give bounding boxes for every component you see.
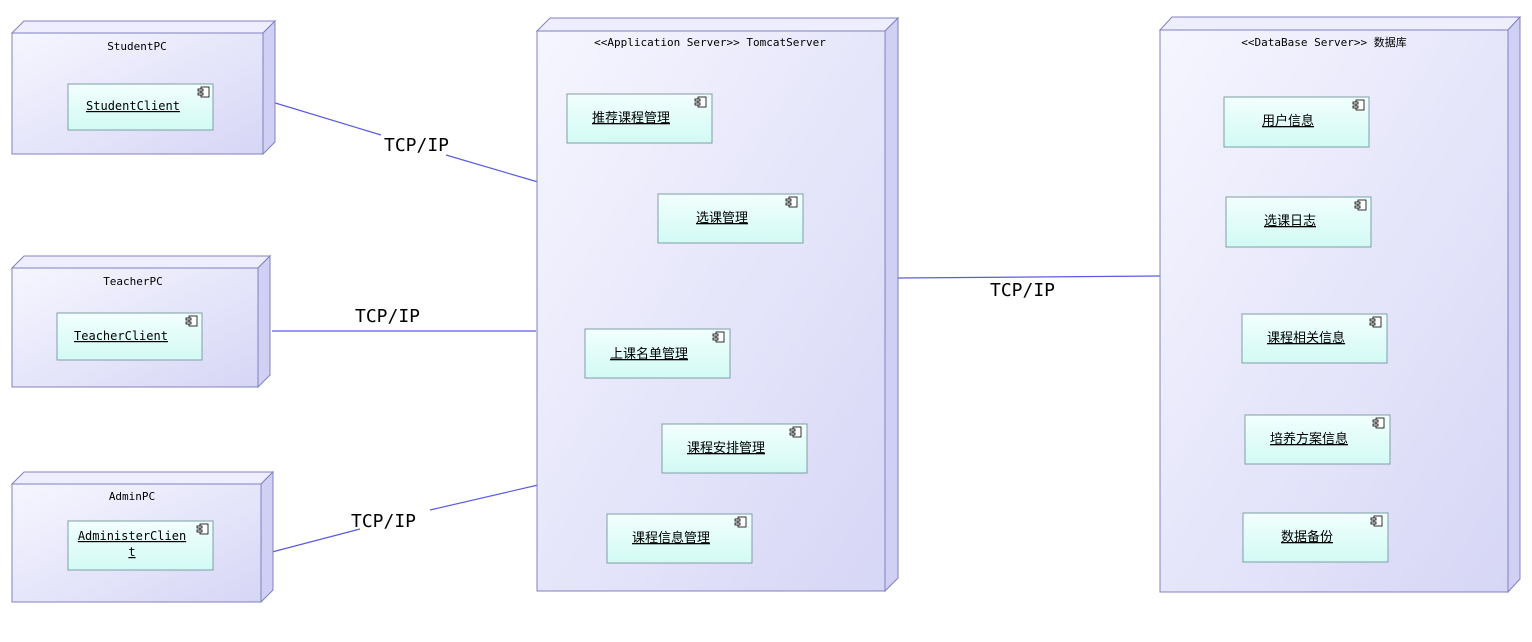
component-course-info-mgmt[interactable]: 课程信息管理 [606, 513, 753, 564]
node-title: AdminPC [109, 490, 155, 503]
component-training-plan-info[interactable]: 培养方案信息 [1244, 414, 1391, 465]
component-label: TeacherClient [74, 329, 168, 343]
component-course-related-info[interactable]: 课程相关信息 [1241, 313, 1388, 364]
node-db-server: <<DataBase Server>> 数据库 用户信息 选课日志 课程相关信息… [1158, 15, 1522, 594]
component-label-line2: t [128, 545, 135, 559]
component-label: 课程安排管理 [687, 441, 765, 456]
component-label: 数据备份 [1281, 529, 1333, 545]
component-label: 用户信息 [1262, 113, 1314, 129]
component-label: StudentClient [86, 99, 180, 113]
component-label: 推荐课程管理 [592, 111, 670, 126]
node-admin-pc: AdminPC AdministerClien t [10, 470, 275, 604]
link-teacher-app: TCP/IP [272, 306, 536, 332]
component-label-line1: AdministerClien [78, 529, 186, 543]
component-selection-log[interactable]: 选课日志 [1225, 196, 1372, 248]
deployment-diagram: TCP/IP TCP/IP TCP/IP TCP/IP StudentPC St… [10, 15, 1522, 604]
component-student-client[interactable]: StudentClient [67, 83, 214, 131]
component-class-roster-mgmt[interactable]: 上课名单管理 [584, 328, 731, 379]
node-title: TeacherPC [103, 275, 163, 288]
component-label: 选课日志 [1264, 214, 1316, 229]
node-student-pc: StudentPC StudentClient [10, 19, 277, 156]
node-app-server: <<Application Server>> TomcatServer 推荐课程… [535, 16, 900, 593]
node-teacher-pc: TeacherPC TeacherClient [10, 254, 272, 389]
component-label: 课程相关信息 [1267, 330, 1345, 346]
link-label-db: TCP/IP [990, 280, 1055, 301]
component-label: 培养方案信息 [1270, 431, 1348, 447]
component-teacher-client[interactable]: TeacherClient [56, 312, 203, 361]
link-app-db: TCP/IP [897, 275, 1161, 301]
component-administer-client[interactable]: AdministerClien t [67, 520, 214, 571]
link-admin-app: TCP/IP [271, 484, 539, 553]
component-label: 上课名单管理 [610, 346, 688, 362]
link-label-student: TCP/IP [384, 135, 449, 156]
component-label: 课程信息管理 [632, 530, 710, 546]
component-label: 选课管理 [696, 211, 748, 226]
node-title: StudentPC [107, 40, 167, 53]
link-student-app: TCP/IP [271, 101, 539, 183]
component-data-backup[interactable]: 数据备份 [1242, 512, 1389, 563]
component-user-info[interactable]: 用户信息 [1223, 96, 1370, 148]
node-title: <<DataBase Server>> 数据库 [1241, 35, 1406, 49]
component-course-selection-mgmt[interactable]: 选课管理 [657, 193, 804, 244]
node-title: <<Application Server>> TomcatServer [594, 36, 826, 49]
component-recommend-course-mgmt[interactable]: 推荐课程管理 [566, 93, 713, 144]
component-course-schedule-mgmt[interactable]: 课程安排管理 [661, 423, 808, 474]
link-label-teacher: TCP/IP [355, 306, 420, 327]
link-label-admin: TCP/IP [351, 511, 416, 532]
